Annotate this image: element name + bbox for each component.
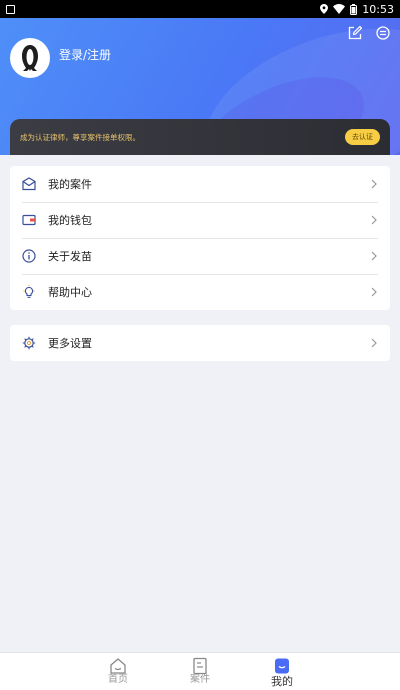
menu-item-my-wallet[interactable]: 我的钱包 [10,202,390,238]
tab-home[interactable]: 首页 [95,653,141,690]
menu-item-my-cases[interactable]: 我的案件 [10,166,390,202]
certify-button[interactable]: 去认证 [345,129,380,145]
notification-app-icon [6,4,15,14]
info-icon [22,249,36,263]
menu-item-more-settings[interactable]: 更多设置 [10,325,390,361]
message-icon[interactable] [376,26,390,40]
certification-banner: 成为认证律师，尊享案件接单权限。 去认证 [10,119,390,155]
menu-item-label: 更多设置 [48,337,92,350]
battery-icon [350,3,358,15]
menu-item-label: 我的钱包 [48,214,92,227]
location-icon [320,4,329,14]
tab-cases[interactable]: 案件 [177,653,223,690]
wallet-icon [22,214,36,226]
tab-mine[interactable]: 我的 [259,653,305,690]
menu-item-help-center[interactable]: 帮助中心 [10,274,390,310]
lightbulb-icon [23,285,35,298]
chevron-right-icon [371,215,377,225]
clock: 10:53 [362,2,394,16]
tab-label: 案件 [190,674,210,685]
chevron-right-icon [371,287,377,297]
status-bar: 10:53 [0,0,400,18]
tab-label: 我的 [271,675,293,688]
briefcase-icon [22,177,36,191]
wifi-icon [333,4,346,14]
menu-card: 我的案件 我的钱包 关于发苗 帮助中心 [10,166,390,310]
login-register-link[interactable]: 登录/注册 [59,46,111,63]
chevron-right-icon [371,338,377,348]
avatar[interactable] [10,38,50,78]
settings-card: 更多设置 [10,325,390,361]
menu-item-about[interactable]: 关于发苗 [10,238,390,274]
menu-item-label: 帮助中心 [48,286,92,299]
menu-item-label: 我的案件 [48,178,92,191]
tab-label: 首页 [108,674,128,685]
settings-icon [22,336,36,350]
chevron-right-icon [371,179,377,189]
certification-text: 成为认证律师，尊享案件接单权限。 [20,132,140,142]
edit-icon[interactable] [348,26,362,40]
bottom-navigation: 首页 案件 我的 [0,652,400,690]
menu-item-label: 关于发苗 [48,250,92,263]
chevron-right-icon [371,251,377,261]
default-avatar-icon [13,41,47,75]
